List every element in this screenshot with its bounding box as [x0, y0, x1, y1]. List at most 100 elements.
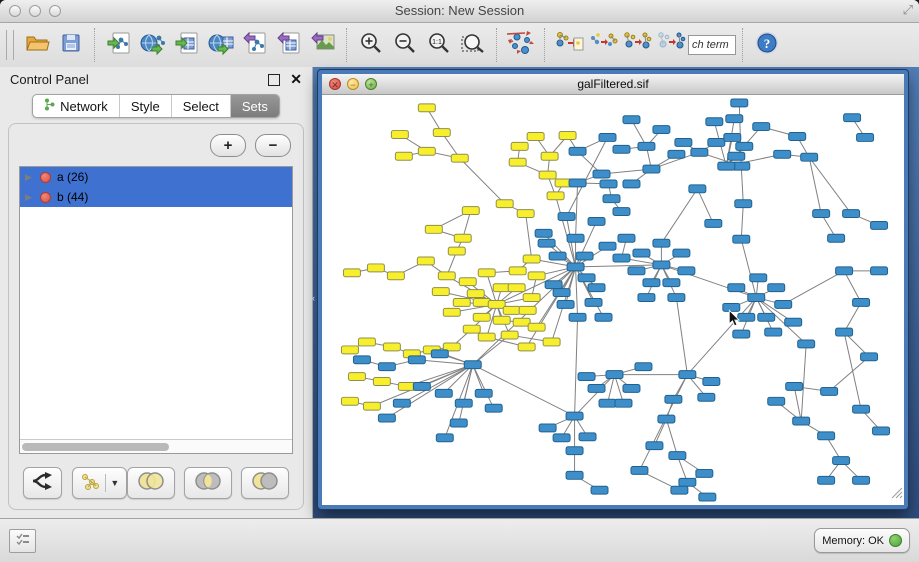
graph-node-blue[interactable]	[545, 281, 562, 289]
graph-node-blue[interactable]	[753, 123, 770, 131]
network-graph[interactable]	[322, 95, 904, 505]
graph-node-yellow[interactable]	[493, 316, 510, 324]
graph-node-blue[interactable]	[665, 395, 682, 403]
graph-node-yellow[interactable]	[433, 129, 450, 137]
close-window-icon[interactable]	[9, 5, 21, 17]
zoom-window-icon[interactable]	[49, 5, 61, 17]
graph-node-blue[interactable]	[378, 414, 395, 422]
tab-sets[interactable]: Sets	[231, 95, 279, 117]
graph-node-yellow[interactable]	[373, 378, 390, 386]
graph-node-blue[interactable]	[606, 371, 623, 379]
graph-node-blue[interactable]	[535, 229, 552, 237]
tab-style[interactable]: Style	[120, 95, 172, 117]
graph-node-blue[interactable]	[736, 142, 753, 150]
graph-node-blue[interactable]	[871, 221, 888, 229]
graph-node-yellow[interactable]	[511, 142, 528, 150]
graph-node-yellow[interactable]	[541, 152, 558, 160]
graph-node-blue[interactable]	[726, 115, 743, 123]
close-panel-icon[interactable]: ✕	[290, 71, 302, 88]
graph-node-yellow[interactable]	[387, 272, 404, 280]
graph-node-blue[interactable]	[668, 294, 685, 302]
graph-node-blue[interactable]	[613, 208, 630, 216]
graph-node-blue[interactable]	[679, 371, 696, 379]
graph-node-blue[interactable]	[569, 313, 586, 321]
graph-node-blue[interactable]	[585, 299, 602, 307]
graph-node-blue[interactable]	[623, 180, 640, 188]
union-sets-button[interactable]	[127, 467, 175, 499]
import-table-web-button[interactable]	[204, 27, 238, 63]
graph-node-blue[interactable]	[861, 353, 878, 361]
graph-node-blue[interactable]	[464, 361, 481, 369]
graph-node-blue[interactable]	[436, 434, 453, 442]
graph-node-blue[interactable]	[818, 476, 835, 484]
import-table-file-button[interactable]	[170, 27, 204, 63]
frame-close-icon[interactable]: ✕	[329, 78, 341, 90]
graph-node-blue[interactable]	[669, 452, 686, 460]
graph-node-blue[interactable]	[591, 486, 608, 494]
graph-node-blue[interactable]	[748, 294, 765, 302]
zoom-in-button[interactable]	[354, 27, 388, 63]
graph-node-yellow[interactable]	[473, 313, 490, 321]
graph-node-blue[interactable]	[853, 299, 870, 307]
graph-node-blue[interactable]	[455, 399, 472, 407]
minimize-window-icon[interactable]	[29, 5, 41, 17]
graph-node-blue[interactable]	[566, 447, 583, 455]
disclosure-triangle-icon[interactable]: ▶	[25, 192, 34, 203]
graph-node-blue[interactable]	[718, 162, 735, 170]
graph-node-blue[interactable]	[569, 179, 586, 187]
graph-node-yellow[interactable]	[478, 269, 495, 277]
graph-node-yellow[interactable]	[395, 152, 412, 160]
graph-node-blue[interactable]	[768, 397, 785, 405]
graph-node-blue[interactable]	[691, 148, 708, 156]
tab-select[interactable]: Select	[172, 95, 231, 117]
graph-node-blue[interactable]	[708, 138, 725, 146]
graph-node-blue[interactable]	[793, 417, 810, 425]
graph-node-yellow[interactable]	[462, 207, 479, 215]
graph-node-yellow[interactable]	[358, 338, 375, 346]
graph-node-blue[interactable]	[588, 284, 605, 292]
graph-node-blue[interactable]	[599, 134, 616, 142]
graph-node-blue[interactable]	[786, 382, 803, 390]
graph-node-yellow[interactable]	[519, 306, 536, 314]
graph-node-blue[interactable]	[588, 218, 605, 226]
graph-node-yellow[interactable]	[539, 171, 556, 179]
graph-node-yellow[interactable]	[432, 288, 449, 296]
scrollbar-thumb[interactable]	[22, 443, 169, 451]
graph-node-blue[interactable]	[724, 134, 741, 142]
graph-node-blue[interactable]	[857, 134, 874, 142]
graph-node-yellow[interactable]	[488, 300, 505, 308]
graph-node-blue[interactable]	[833, 457, 850, 465]
graph-node-blue[interactable]	[393, 399, 410, 407]
graph-node-blue[interactable]	[635, 363, 652, 371]
graph-node-blue[interactable]	[774, 150, 791, 158]
graph-node-blue[interactable]	[408, 356, 425, 364]
graph-node-blue[interactable]	[613, 145, 630, 153]
graph-node-blue[interactable]	[679, 478, 696, 486]
graph-node-blue[interactable]	[798, 340, 815, 348]
graph-node-blue[interactable]	[638, 294, 655, 302]
graph-node-blue[interactable]	[723, 303, 740, 311]
graph-node-blue[interactable]	[475, 389, 492, 397]
graph-node-blue[interactable]	[813, 210, 830, 218]
graph-node-blue[interactable]	[653, 126, 670, 134]
graph-node-yellow[interactable]	[383, 343, 400, 351]
export-network-button[interactable]	[238, 27, 272, 63]
graph-node-yellow[interactable]	[417, 257, 434, 265]
graph-node-blue[interactable]	[728, 152, 745, 160]
zoom-fit-selected-button[interactable]	[456, 27, 490, 63]
diff-networks-merge-button[interactable]	[586, 27, 620, 63]
graph-node-blue[interactable]	[567, 263, 584, 271]
graph-node-yellow[interactable]	[528, 323, 545, 331]
graph-node-blue[interactable]	[844, 114, 861, 122]
graph-node-blue[interactable]	[768, 284, 785, 292]
graph-node-yellow[interactable]	[463, 325, 480, 333]
graph-node-blue[interactable]	[705, 219, 722, 227]
graph-node-blue[interactable]	[538, 239, 555, 247]
graph-node-blue[interactable]	[557, 300, 574, 308]
graph-node-blue[interactable]	[633, 249, 650, 257]
export-image-button[interactable]	[306, 27, 340, 63]
graph-node-yellow[interactable]	[398, 382, 415, 390]
search-input[interactable]	[688, 35, 736, 55]
graph-node-blue[interactable]	[673, 249, 690, 257]
graph-node-blue[interactable]	[871, 267, 888, 275]
